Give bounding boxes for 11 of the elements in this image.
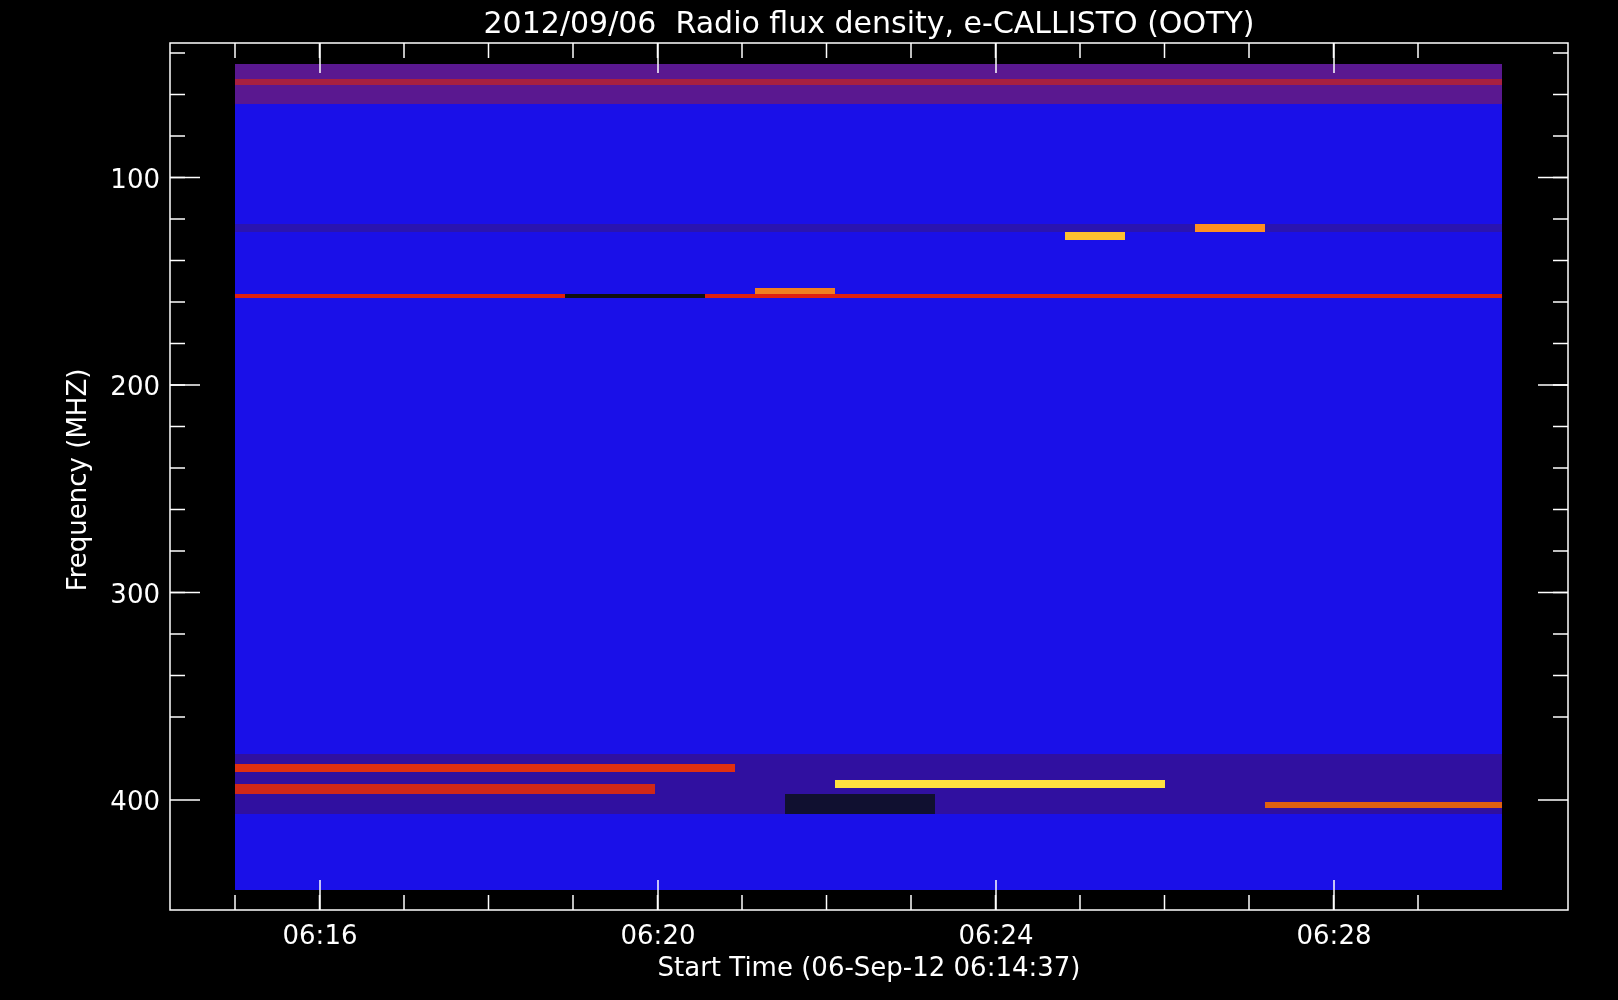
y-axis-label: Frequency (MHZ) [62,368,92,592]
x-tick-label: 06:24 [958,920,1034,950]
x-tick-label: 06:28 [1296,920,1372,950]
y-tick-label: 400 [110,786,160,816]
x-tick-label: 06:16 [282,920,358,950]
x-axis-label: Start Time (06-Sep-12 06:14:37) [657,952,1081,982]
x-tick-label: 06:20 [620,920,696,950]
y-tick-label: 300 [110,578,160,609]
y-tick-label: 200 [110,371,160,401]
chart-title: 2012/09/06 Radio flux density, e-CALLISTO (OOTY) [483,5,1255,40]
y-tick-label: 100 [110,163,160,194]
